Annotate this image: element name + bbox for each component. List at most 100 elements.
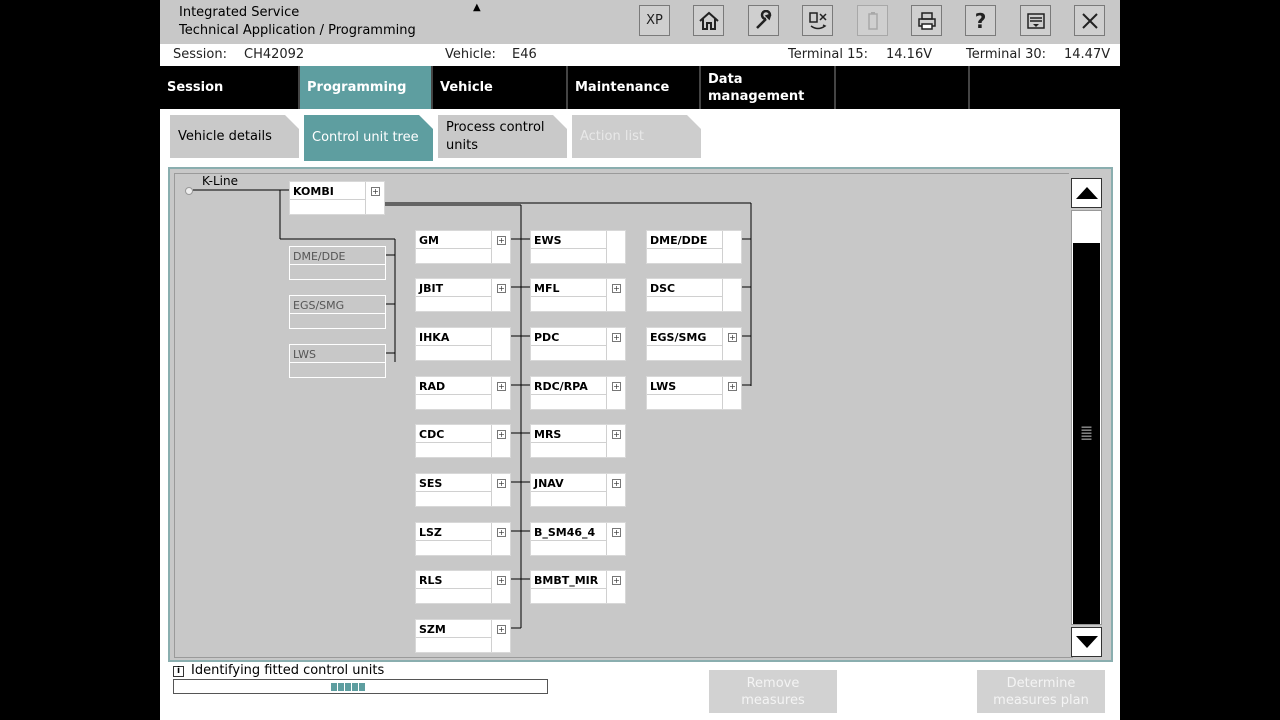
ecu-node-szm[interactable]: SZM + bbox=[415, 619, 511, 653]
tab-programming[interactable]: Programming bbox=[300, 66, 433, 109]
expand-icon[interactable]: + bbox=[497, 576, 506, 585]
ecu-node-label: GM bbox=[419, 234, 439, 247]
expand-icon[interactable]: + bbox=[497, 430, 506, 439]
scroll-down-button[interactable] bbox=[1071, 627, 1102, 657]
ecu-node-label: B_SM46_4 bbox=[534, 526, 596, 539]
arrow-up-icon bbox=[1075, 187, 1098, 199]
ecu-node-rdc-rpa[interactable]: RDC/RPA + bbox=[530, 376, 626, 410]
close-button[interactable] bbox=[1074, 5, 1105, 36]
home-button[interactable] bbox=[693, 5, 724, 36]
ecu-node-divider bbox=[531, 491, 607, 492]
tab-data-management-line2: management bbox=[708, 88, 805, 104]
printer-icon bbox=[917, 11, 936, 30]
ecu-node-kombi[interactable]: KOMBI + bbox=[289, 181, 385, 215]
ecu-node-label: PDC bbox=[534, 331, 560, 344]
ecu-node-lsz[interactable]: LSZ + bbox=[415, 522, 511, 556]
ecu-node-mfl[interactable]: MFL + bbox=[530, 278, 626, 312]
wrench-button[interactable] bbox=[748, 5, 779, 36]
ecu-node-rad[interactable]: RAD + bbox=[415, 376, 511, 410]
ecu-node-jnav[interactable]: JNAV + bbox=[530, 473, 626, 507]
app-title-line1: Integrated Service bbox=[179, 5, 300, 20]
expand-icon[interactable]: + bbox=[728, 382, 737, 391]
ecu-node-ihka[interactable]: IHKA bbox=[415, 327, 511, 361]
subtab-process-control-units[interactable]: Process control units bbox=[438, 115, 567, 158]
expand-icon[interactable]: + bbox=[612, 576, 621, 585]
ecu-node-divider bbox=[647, 296, 723, 297]
expand-icon[interactable]: + bbox=[612, 479, 621, 488]
expand-icon[interactable]: + bbox=[612, 382, 621, 391]
print-button[interactable] bbox=[911, 5, 942, 36]
ecu-node-ses[interactable]: SES + bbox=[415, 473, 511, 507]
ecu-node-dme-dde[interactable]: DME/DDE bbox=[646, 230, 742, 264]
help-button[interactable]: ? bbox=[965, 5, 996, 36]
ecu-node-cdc[interactable]: CDC + bbox=[415, 424, 511, 458]
expand-icon[interactable]: + bbox=[497, 284, 506, 293]
scroll-track[interactable]: — — — — — bbox=[1071, 210, 1102, 625]
tree-scrollbar[interactable]: — — — — — bbox=[1069, 172, 1104, 657]
ecu-node-divider bbox=[290, 362, 385, 363]
subtab-control-unit-tree[interactable]: Control unit tree bbox=[304, 115, 433, 161]
session-bar: Session: CH42092 Vehicle: E46 Terminal 1… bbox=[160, 44, 1120, 66]
ecu-node-rls[interactable]: RLS + bbox=[415, 570, 511, 604]
ecu-node-label: RDC/RPA bbox=[534, 380, 588, 393]
xp-button[interactable]: XP bbox=[639, 5, 670, 36]
ecu-node-label: LSZ bbox=[419, 526, 442, 539]
ecu-node-separator bbox=[606, 571, 607, 603]
expand-icon[interactable]: + bbox=[612, 333, 621, 342]
subtab-action-list[interactable]: Action list bbox=[572, 115, 701, 158]
collapse-arrow-icon[interactable]: ▲ bbox=[473, 2, 481, 13]
ecu-node-label: DME/DDE bbox=[650, 234, 708, 247]
tab-vehicle[interactable]: Vehicle bbox=[433, 66, 568, 109]
expand-icon[interactable]: + bbox=[612, 528, 621, 537]
subtab-process-line2: units bbox=[446, 137, 478, 153]
ecu-node-mrs[interactable]: MRS + bbox=[530, 424, 626, 458]
ecu-node-divider bbox=[290, 313, 385, 314]
determine-measures-plan-button[interactable]: Determine measures plan bbox=[977, 670, 1105, 713]
expand-icon[interactable]: + bbox=[497, 236, 506, 245]
data-transfer-button[interactable] bbox=[802, 5, 833, 36]
ecu-node-divider bbox=[416, 491, 492, 492]
ecu-node-label: EGS/SMG bbox=[650, 331, 707, 344]
ecu-node-egs-smg[interactable]: EGS/SMG + bbox=[646, 327, 742, 361]
vehicle-value: E46 bbox=[512, 47, 537, 62]
scroll-up-button[interactable] bbox=[1071, 178, 1102, 208]
tab-empty-1 bbox=[836, 66, 970, 109]
ecu-node-lws[interactable]: LWS + bbox=[646, 376, 742, 410]
scroll-thumb[interactable]: — — — — — bbox=[1073, 243, 1100, 624]
battery-icon bbox=[867, 11, 878, 30]
tab-session[interactable]: Session bbox=[160, 66, 300, 109]
expand-icon[interactable]: + bbox=[371, 187, 380, 196]
expand-icon[interactable]: + bbox=[497, 528, 506, 537]
ecu-node-separator bbox=[491, 523, 492, 555]
ecu-node-pdc[interactable]: PDC + bbox=[530, 327, 626, 361]
expand-icon[interactable]: + bbox=[497, 382, 506, 391]
ecu-node-lws[interactable]: LWS bbox=[289, 344, 386, 378]
tab-maintenance[interactable]: Maintenance bbox=[568, 66, 701, 109]
ecu-node-ews[interactable]: EWS bbox=[530, 230, 626, 264]
expand-icon[interactable]: + bbox=[728, 333, 737, 342]
ecu-node-jbit[interactable]: JBIT + bbox=[415, 278, 511, 312]
ecu-node-bmbt-mir[interactable]: BMBT_MIR + bbox=[530, 570, 626, 604]
tab-data-management[interactable]: Data management bbox=[701, 66, 836, 109]
subtab-vehicle-details[interactable]: Vehicle details bbox=[170, 115, 299, 158]
ecu-node-dme-dde[interactable]: DME/DDE bbox=[289, 246, 386, 280]
ecu-node-label: LWS bbox=[650, 380, 677, 393]
ecu-node-gm[interactable]: GM + bbox=[415, 230, 511, 264]
battery-button[interactable] bbox=[857, 5, 888, 36]
expand-icon[interactable]: + bbox=[612, 284, 621, 293]
ecu-node-divider bbox=[416, 345, 492, 346]
progress-indicator bbox=[331, 683, 365, 691]
ecu-node-egs-smg[interactable]: EGS/SMG bbox=[289, 295, 386, 329]
ecu-node-label: LWS bbox=[293, 348, 316, 361]
ecu-node-divider bbox=[416, 540, 492, 541]
ecu-node-label: JBIT bbox=[419, 282, 444, 295]
remove-measures-button[interactable]: Remove measures bbox=[709, 670, 837, 713]
ecu-node-dsc[interactable]: DSC bbox=[646, 278, 742, 312]
app-title-line2: Technical Application / Programming bbox=[179, 23, 416, 38]
expand-icon[interactable]: + bbox=[497, 625, 506, 634]
ecu-node-b-sm46-4[interactable]: B_SM46_4 + bbox=[530, 522, 626, 556]
expand-icon[interactable]: + bbox=[497, 479, 506, 488]
terminal30-label: Terminal 30: bbox=[966, 47, 1046, 62]
expand-icon[interactable]: + bbox=[612, 430, 621, 439]
screen-menu-button[interactable] bbox=[1020, 5, 1051, 36]
